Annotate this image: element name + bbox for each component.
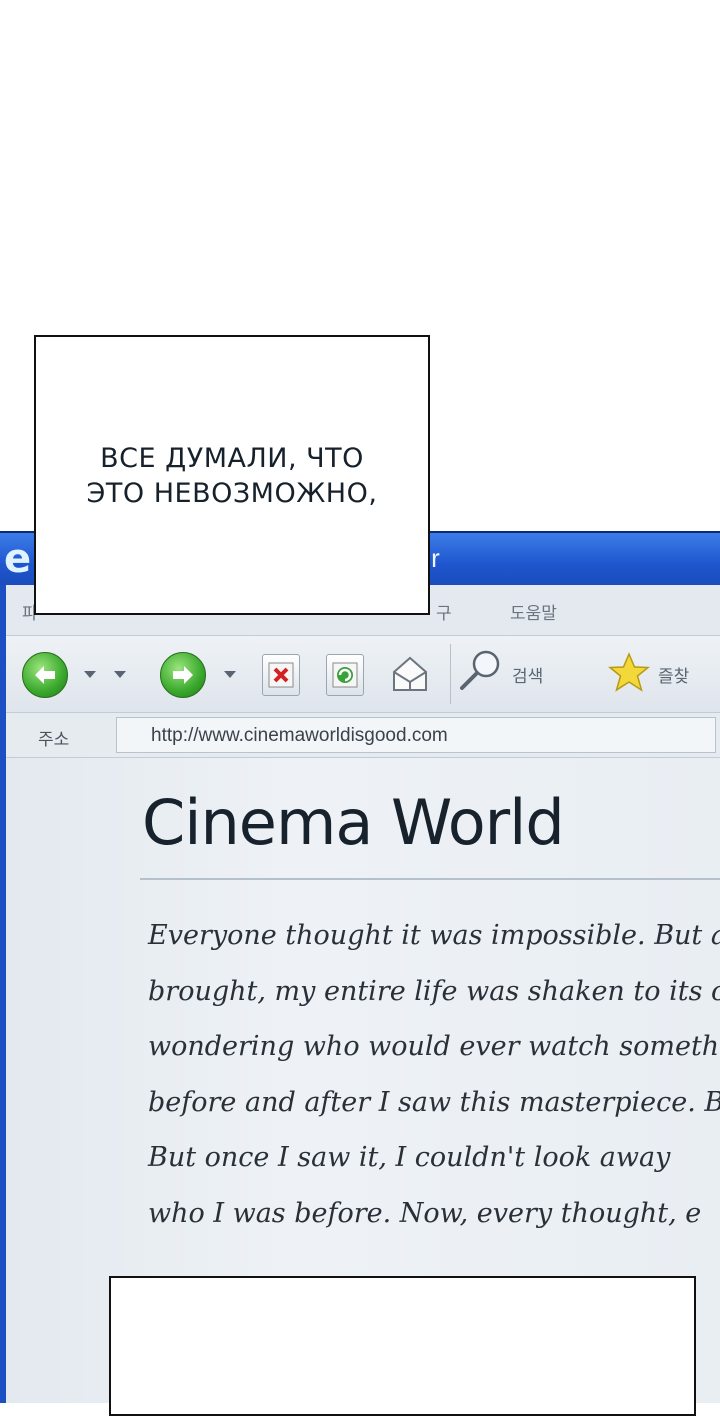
home-button[interactable] <box>388 652 432 696</box>
search-button[interactable]: 검색 <box>458 648 558 700</box>
address-input[interactable]: http://www.cinemaworldisgood.com <box>116 717 716 753</box>
menu-item-help[interactable]: 도움말 <box>510 599 557 624</box>
refresh-icon <box>332 662 358 688</box>
arrow-left-icon <box>35 666 55 684</box>
home-icon <box>393 656 427 691</box>
review-line: But once I saw it, I couldn't look away <box>148 1142 671 1173</box>
toolbar-separator <box>450 644 451 704</box>
address-label: 주소 <box>38 730 70 750</box>
menu-item-tools[interactable]: 구 <box>436 599 452 624</box>
history-dropdown-icon[interactable] <box>114 671 126 678</box>
address-url: http://www.cinemaworldisgood.com <box>151 725 448 746</box>
forward-button[interactable] <box>160 652 206 698</box>
review-line: brought, my entire life was shaken to it… <box>148 975 720 1007</box>
internet-explorer-logo-icon: e <box>4 536 32 582</box>
review-line: who I was before. Now, every thought, e <box>148 1197 702 1229</box>
search-label: 검색 <box>512 667 544 687</box>
favorites-label: 즐찾 <box>658 667 690 687</box>
toolbar: 검색 즐찾 <box>6 636 720 713</box>
review-text: Everyone thought it was impossible. But … <box>148 908 720 1241</box>
back-history-dropdown-icon[interactable] <box>84 671 96 678</box>
review-line: Everyone thought it was impossible. But … <box>148 920 720 951</box>
forward-history-dropdown-icon[interactable] <box>224 671 236 678</box>
address-bar: 주소 http://www.cinemaworldisgood.com <box>6 713 720 758</box>
favorites-button[interactable]: 즐찾 <box>606 648 706 700</box>
stop-x-icon <box>268 662 294 688</box>
caption-box: ВСЕ ДУМАЛИ, ЧТО ЭТО НЕВОЗМОЖНО, <box>34 335 430 615</box>
arrow-right-icon <box>173 666 193 684</box>
bottom-caption-panel <box>109 1276 696 1416</box>
star-icon <box>607 652 651 692</box>
search-icon <box>460 650 500 690</box>
caption-line: ЭТО НЕВОЗМОЖНО, <box>86 478 378 509</box>
caption-line: ВСЕ ДУМАЛИ, ЧТО <box>100 443 364 474</box>
review-line: wondering who would ever watch something… <box>148 1031 720 1062</box>
site-title: Cinema World <box>142 786 565 859</box>
stop-button[interactable] <box>262 654 300 696</box>
title-divider <box>140 878 720 880</box>
browser-window: e orer 파 구 도움말 <box>0 531 720 1403</box>
review-line: before and after I saw this masterpiece.… <box>148 1086 720 1118</box>
back-button[interactable] <box>22 652 68 698</box>
refresh-button[interactable] <box>326 654 364 696</box>
caption-text: ВСЕ ДУМАЛИ, ЧТО ЭТО НЕВОЗМОЖНО, <box>36 441 428 511</box>
